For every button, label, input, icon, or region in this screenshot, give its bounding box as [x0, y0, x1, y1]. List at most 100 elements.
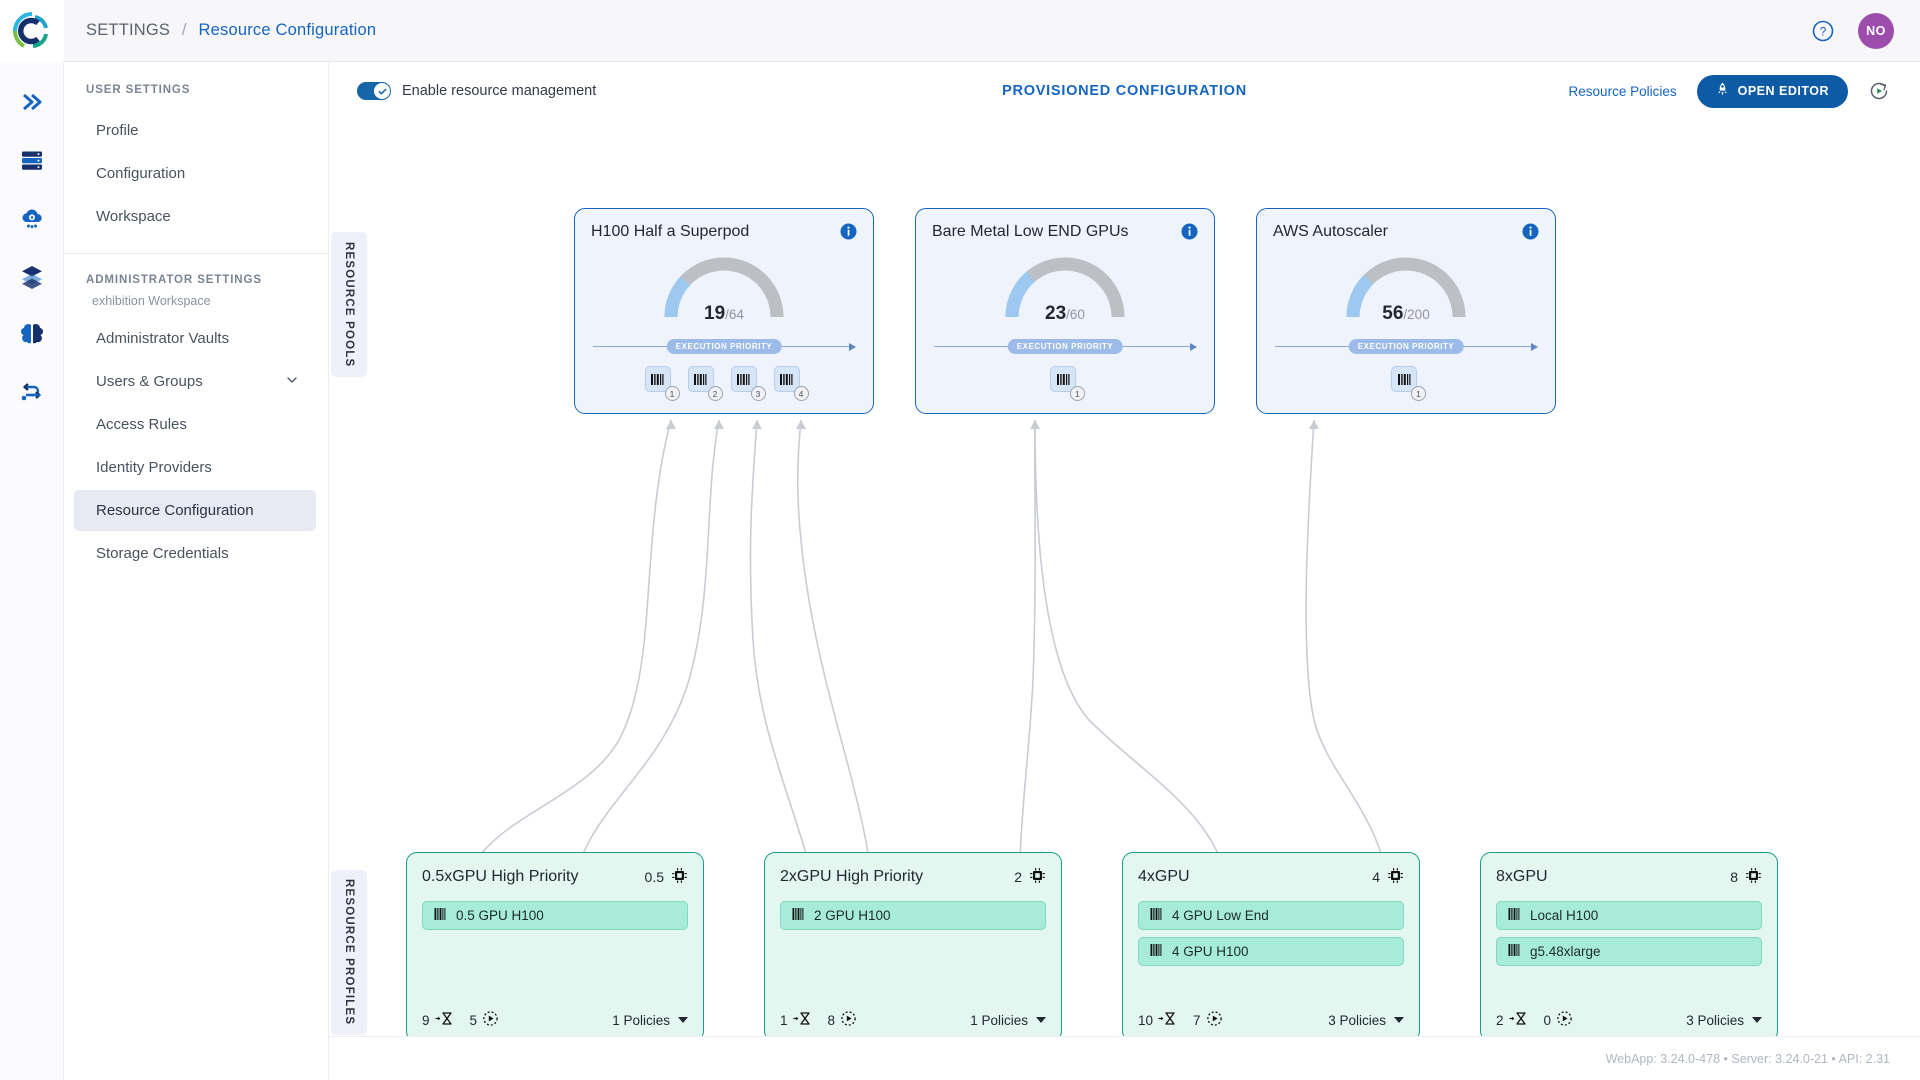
double-chevron-right-icon[interactable] [18, 88, 46, 116]
nav-divider [64, 253, 328, 254]
profile-card-header: 8xGPU 8 [1496, 867, 1762, 887]
section-tab-label: RESOURCE POOLS [343, 241, 355, 368]
policies-dropdown[interactable]: 1 Policies [612, 1013, 688, 1028]
breadcrumb-current[interactable]: Resource Configuration [199, 21, 377, 39]
chevron-down-icon[interactable] [284, 372, 300, 392]
profile-resource-item[interactable]: 4 GPU H100 [1138, 937, 1404, 966]
queued-stat: 1 [780, 1011, 811, 1029]
policies-label: 1 Policies [612, 1012, 670, 1028]
hourglass-queue-icon [1158, 1011, 1176, 1029]
refresh-play-icon[interactable] [1868, 80, 1890, 102]
pool-card-header: Bare Metal Low END GPUs [932, 223, 1198, 241]
chip-processor-icon [1745, 867, 1762, 887]
info-icon[interactable] [840, 223, 857, 240]
resource-item-label: Local H100 [1530, 908, 1599, 923]
pipeline-icon[interactable] [18, 378, 46, 406]
resource-profile-card[interactable]: 4xGPU 4 4 GPU Low End 4 GPU H100 10 7 3 … [1122, 852, 1420, 1042]
section-tab-resource-pools[interactable]: RESOURCE POOLS [331, 232, 367, 377]
pool-profile-chips: 1 [932, 366, 1198, 401]
profile-card-header: 2xGPU High Priority 2 [780, 867, 1046, 887]
open-editor-button[interactable]: OPEN EDITOR [1696, 74, 1848, 108]
section-tab-resource-profiles[interactable]: RESOURCE PROFILES [331, 870, 367, 1035]
running-stat: 8 [828, 1010, 858, 1030]
execution-priority-axis: EXECUTION PRIORITY [591, 339, 857, 355]
profile-chip[interactable]: 1 [1391, 366, 1426, 401]
profile-resource-item[interactable]: g5.48xlarge [1496, 937, 1762, 966]
nav-item-configuration[interactable]: Configuration [74, 153, 316, 194]
resource-profile-card[interactable]: 8xGPU 8 Local H100 g5.48xlarge 2 0 3 Pol… [1480, 852, 1778, 1042]
svg-text:?: ? [1820, 24, 1827, 38]
chip-order-badge: 4 [793, 386, 809, 401]
profile-title: 4xGPU [1138, 868, 1190, 885]
toolbar-actions: Resource Policies OPEN EDITOR [1569, 74, 1890, 108]
enable-resource-management-toggle[interactable]: Enable resource management [357, 82, 596, 100]
nav-item-administrator-vaults[interactable]: Administrator Vaults [74, 318, 316, 359]
resource-pool-card[interactable]: AWS Autoscaler 56/200 EXECUTION PRIORITY… [1256, 208, 1556, 414]
profile-chip[interactable]: 1 [644, 366, 680, 401]
cloud-gear-icon[interactable] [18, 204, 46, 232]
capacity-gauge: 19/64 [657, 251, 791, 324]
nav-item-label: Profile [96, 122, 139, 139]
nav-item-profile[interactable]: Profile [74, 110, 316, 151]
profile-resource-item[interactable]: 2 GPU H100 [780, 901, 1046, 930]
profile-chip[interactable]: 3 [730, 366, 766, 401]
profile-resource-list: 4 GPU Low End 4 GPU H100 [1138, 901, 1404, 966]
profile-chip[interactable]: 2 [687, 366, 723, 401]
resource-policies-link[interactable]: Resource Policies [1569, 84, 1677, 99]
admin-settings-heading: ADMINISTRATOR SETTINGS [86, 274, 262, 286]
avatar[interactable]: NO [1858, 12, 1894, 49]
running-stat: 5 [470, 1010, 500, 1030]
caret-down-icon [1036, 1017, 1046, 1023]
nav-item-users-and-groups[interactable]: Users & Groups [74, 361, 316, 402]
admin-workspace-label: exhibition Workspace [92, 294, 211, 308]
brain-icon[interactable] [18, 320, 46, 348]
profile-card-header: 0.5xGPU High Priority 0.5 [422, 867, 688, 887]
settings-nav: USER SETTINGS Profile Configuration Work… [64, 62, 329, 1080]
chip-processor-icon [1029, 867, 1046, 887]
resource-profile-card[interactable]: 2xGPU High Priority 2 2 GPU H100 1 8 1 P… [764, 852, 1062, 1042]
resource-pool-card[interactable]: Bare Metal Low END GPUs 23/60 EXECUTION … [915, 208, 1215, 414]
policies-dropdown[interactable]: 3 Policies [1686, 1013, 1762, 1028]
nav-item-access-rules[interactable]: Access Rules [74, 404, 316, 445]
queued-stat: 10 [1138, 1011, 1176, 1029]
user-settings-heading: USER SETTINGS [86, 84, 191, 96]
profile-resource-item[interactable]: 0.5 GPU H100 [422, 901, 688, 930]
policies-dropdown[interactable]: 1 Policies [970, 1013, 1046, 1028]
info-icon[interactable] [1181, 223, 1198, 240]
layers-icon[interactable] [18, 262, 46, 290]
pool-title: Bare Metal Low END GPUs [932, 223, 1129, 240]
server-rack-icon[interactable] [18, 146, 46, 174]
gpu-count-value: 2 [1014, 869, 1022, 885]
toggle-track[interactable] [357, 82, 391, 100]
help-circle-icon[interactable]: ? [1810, 18, 1836, 44]
resource-pool-card[interactable]: H100 Half a Superpod 19/64 EXECUTION PRI… [574, 208, 874, 414]
nav-item-storage-credentials[interactable]: Storage Credentials [74, 533, 316, 574]
app-logo[interactable] [0, 0, 64, 62]
hourglass-queue-icon [1509, 1011, 1527, 1029]
chip-order-badge: 1 [664, 386, 680, 401]
nav-item-label: Resource Configuration [96, 502, 254, 519]
profile-resource-item[interactable]: 4 GPU Low End [1138, 901, 1404, 930]
running-play-icon [1556, 1010, 1573, 1030]
gauge-total: /200 [1403, 307, 1430, 322]
queued-stat: 9 [422, 1011, 453, 1029]
running-count: 8 [827, 1012, 836, 1028]
info-icon[interactable] [1522, 223, 1539, 240]
profile-chip[interactable]: 4 [773, 366, 809, 401]
resource-item-label: 4 GPU H100 [1172, 944, 1249, 959]
breadcrumb-separator: / [181, 21, 187, 39]
resource-profile-card[interactable]: 0.5xGPU High Priority 0.5 0.5 GPU H100 9… [406, 852, 704, 1042]
running-play-icon [482, 1010, 499, 1030]
profile-gpu-count: 0.5 [645, 867, 688, 887]
gpu-count-value: 4 [1372, 869, 1380, 885]
profile-resource-item[interactable]: Local H100 [1496, 901, 1762, 930]
profile-chip[interactable]: 1 [1050, 366, 1085, 401]
nav-item-resource-configuration[interactable]: Resource Configuration [74, 490, 316, 531]
breadcrumb-root[interactable]: SETTINGS [86, 21, 170, 39]
policies-dropdown[interactable]: 3 Policies [1328, 1013, 1404, 1028]
policies-label: 3 Policies [1328, 1012, 1386, 1028]
section-tab-label: RESOURCE PROFILES [343, 879, 355, 1026]
nav-item-identity-providers[interactable]: Identity Providers [74, 447, 316, 488]
nav-item-workspace[interactable]: Workspace [74, 196, 316, 237]
breadcrumb: SETTINGS / Resource Configuration [86, 21, 376, 40]
